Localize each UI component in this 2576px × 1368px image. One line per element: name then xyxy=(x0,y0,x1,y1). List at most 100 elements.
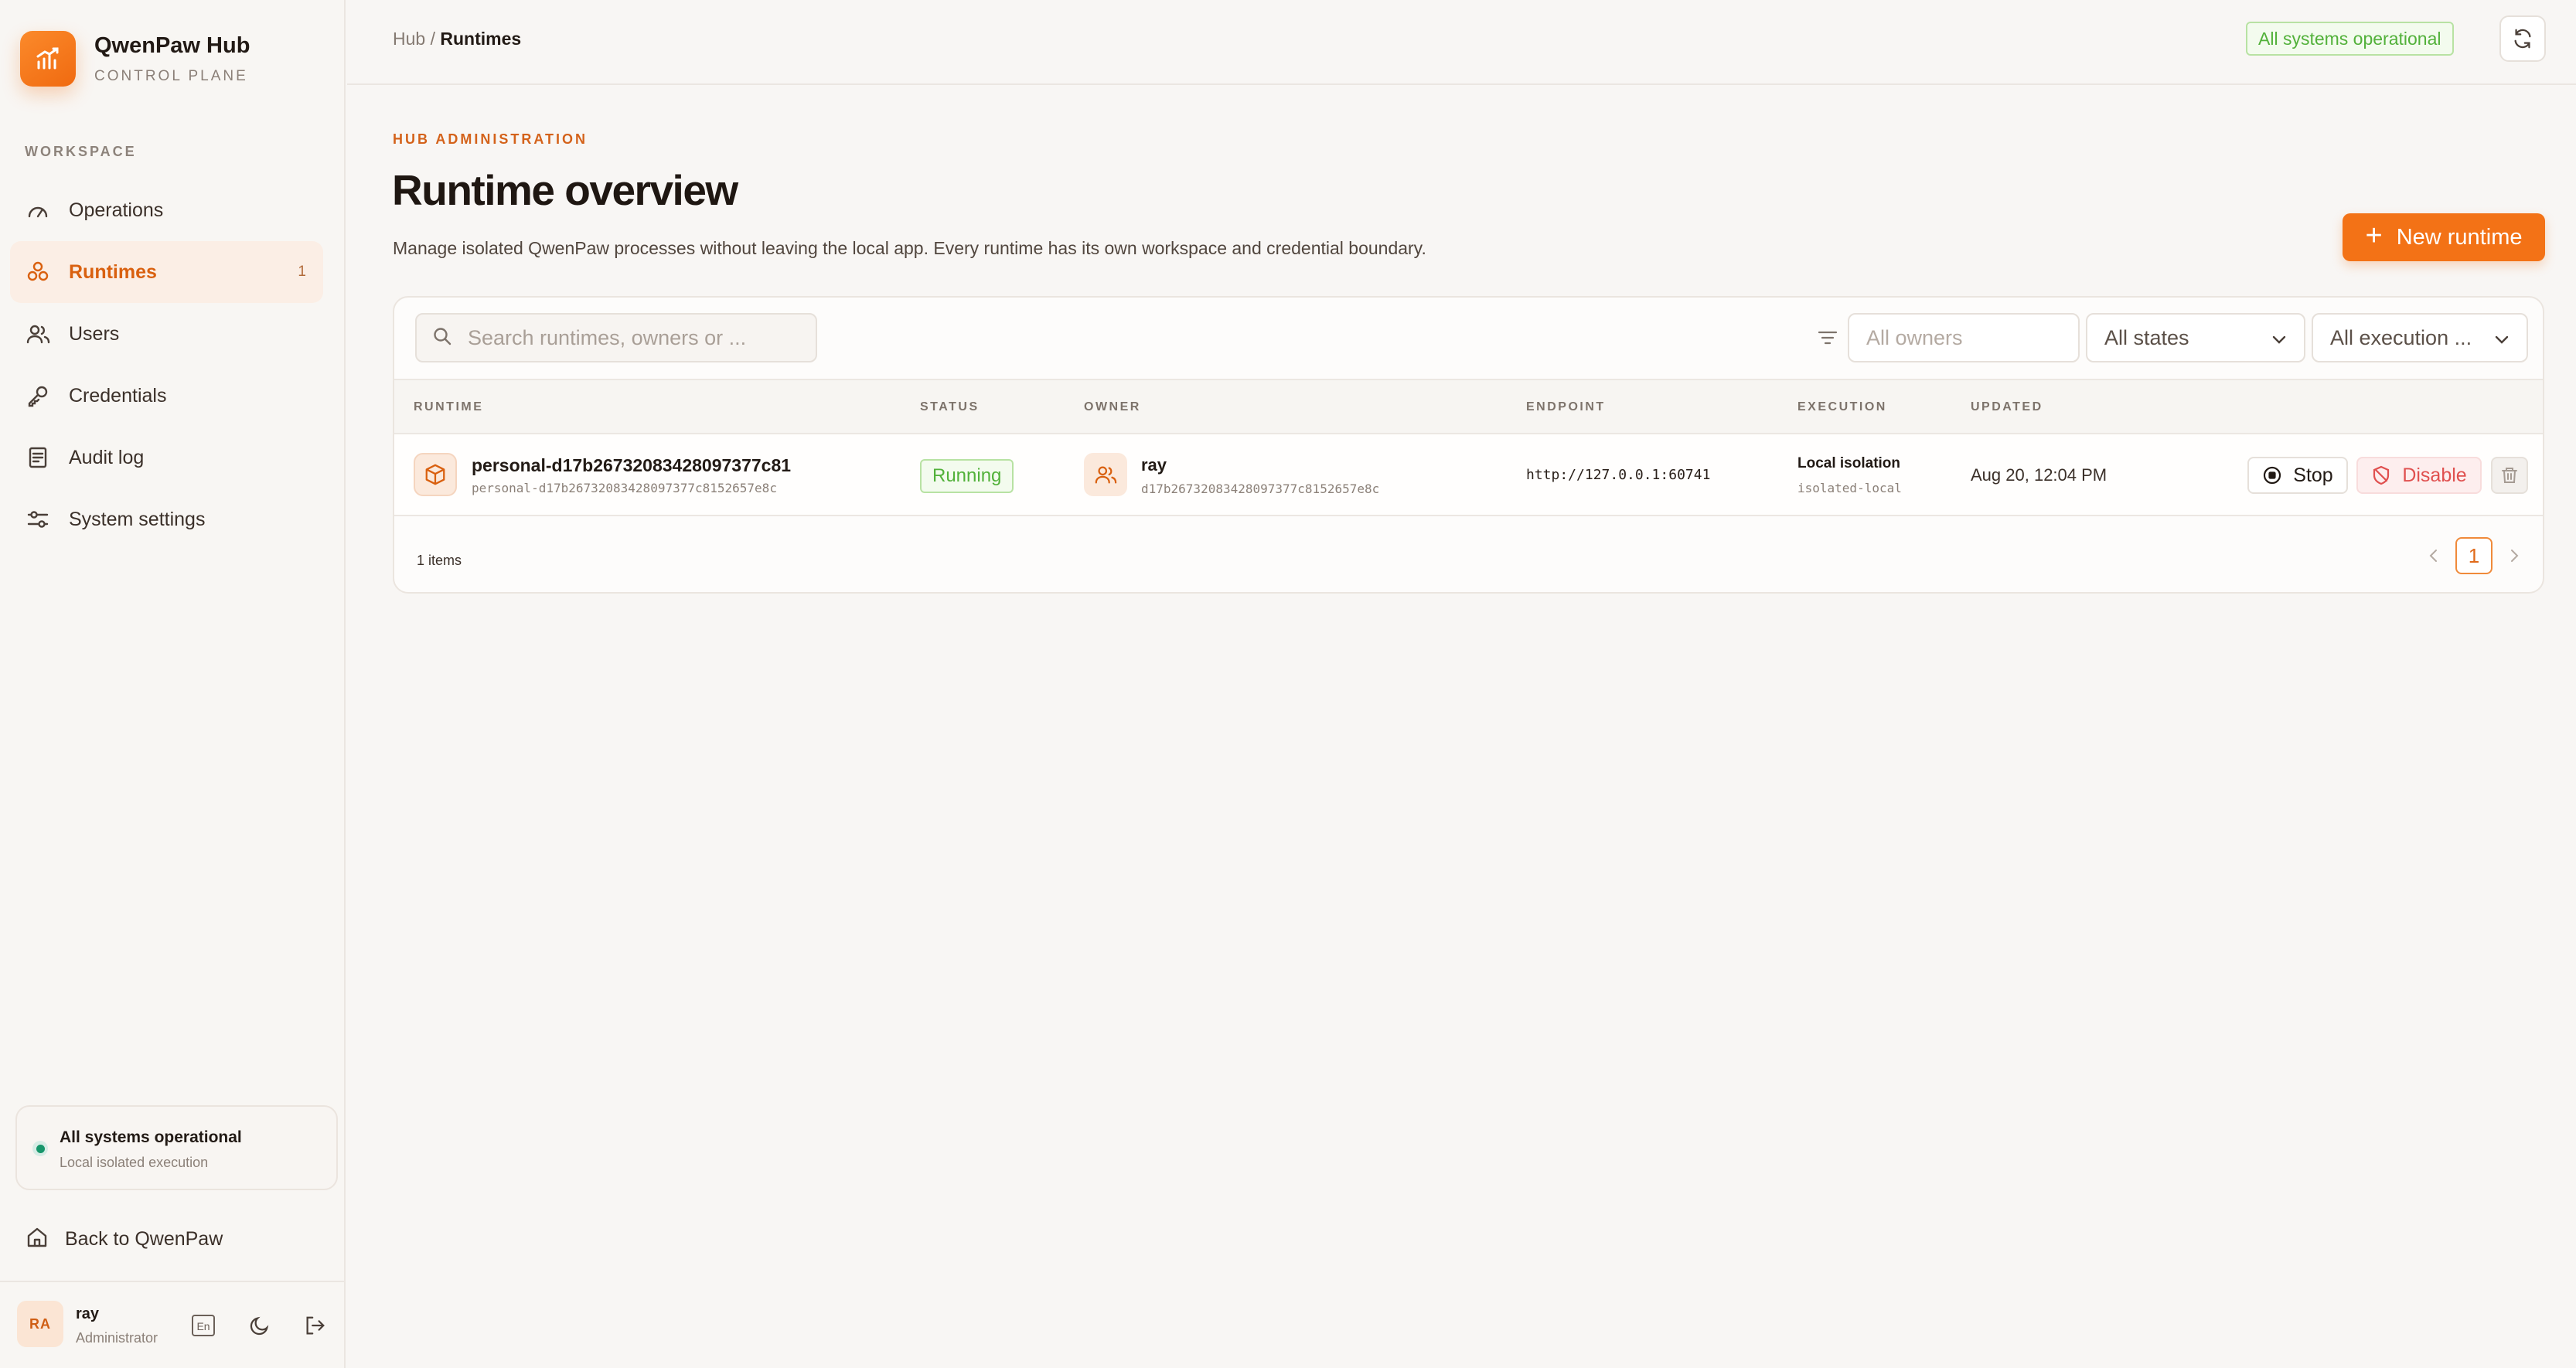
next-page-button[interactable] xyxy=(2500,542,2528,570)
stop-button[interactable]: Stop xyxy=(2247,457,2348,494)
status-dot-icon xyxy=(32,1141,48,1156)
users-icon xyxy=(24,320,52,348)
brand-title: QwenPaw Hub xyxy=(94,32,250,58)
runtime-name[interactable]: personal-d17b26732083428097377c81 xyxy=(472,455,791,476)
new-runtime-label: New runtime xyxy=(2396,224,2523,250)
prev-page-button[interactable] xyxy=(2420,542,2448,570)
delete-button[interactable] xyxy=(2491,457,2528,494)
disable-button-label: Disable xyxy=(2402,464,2467,486)
owner-name: ray xyxy=(1141,455,1167,475)
logout-icon xyxy=(306,1316,325,1335)
logout-button[interactable] xyxy=(301,1312,329,1339)
column-header-updated: UPDATED xyxy=(1971,400,2043,413)
cluster-icon xyxy=(24,258,52,286)
plus-icon: + xyxy=(2365,219,2383,252)
shield-off-icon xyxy=(2373,465,2390,485)
filter-icon xyxy=(1817,327,1838,352)
pagination: 1 xyxy=(2420,537,2528,574)
system-status-title: All systems operational xyxy=(60,1128,242,1146)
avatar[interactable]: RA xyxy=(17,1301,63,1347)
breadcrumb-current: Runtimes xyxy=(440,29,522,49)
column-header-execution: EXECUTION xyxy=(1797,400,1887,413)
execution-filter-value: All execution ... xyxy=(2330,325,2472,349)
language-toggle-button[interactable]: En xyxy=(189,1312,217,1339)
topbar: Hub / Runtimes All systems operational xyxy=(347,0,2576,85)
execution-mode: Local isolation xyxy=(1797,455,1901,471)
trash-icon xyxy=(2502,468,2517,483)
cube-icon xyxy=(414,453,457,496)
back-link-label: Back to QwenPaw xyxy=(65,1228,223,1250)
sidebar-nav: Operations Runtimes 1 Users Credentials … xyxy=(10,179,323,550)
sidebar-item-audit-log[interactable]: Audit log xyxy=(10,427,323,488)
chevron-left-icon xyxy=(2429,550,2437,562)
runtimes-panel: All states All execution ... RUNTIME STA… xyxy=(393,296,2544,594)
new-runtime-button[interactable]: + New runtime xyxy=(2343,213,2545,261)
search-input[interactable] xyxy=(468,325,777,350)
states-filter-value: All states xyxy=(2104,325,2189,349)
sidebar-item-runtimes[interactable]: Runtimes 1 xyxy=(10,241,323,303)
breadcrumb: Hub / Runtimes xyxy=(393,29,521,49)
sidebar-item-users[interactable]: Users xyxy=(10,303,323,365)
column-header-status: STATUS xyxy=(920,400,980,413)
sidebar: QwenPaw Hub CONTROL PLANE WORKSPACE Oper… xyxy=(0,0,346,1368)
brand[interactable]: QwenPaw Hub CONTROL PLANE xyxy=(20,31,250,87)
theme-toggle-button[interactable] xyxy=(246,1312,274,1339)
system-health-badge: All systems operational xyxy=(2246,22,2454,56)
chevron-down-icon xyxy=(2270,330,2288,354)
status-badge: Running xyxy=(920,459,1014,493)
column-header-endpoint: ENDPOINT xyxy=(1526,400,1606,413)
stop-icon xyxy=(2264,466,2281,485)
user-area: RA ray Administrator En xyxy=(0,1281,346,1368)
log-icon xyxy=(24,444,52,471)
runtimes-count-badge: 1 xyxy=(298,264,306,280)
execution-filter-select[interactable]: All execution ... xyxy=(2312,313,2528,362)
page-number-button[interactable]: 1 xyxy=(2455,537,2493,574)
table-header: RUNTIME STATUS OWNER ENDPOINT EXECUTION … xyxy=(394,379,2543,434)
sidebar-item-label: Users xyxy=(69,322,120,345)
users-icon xyxy=(1084,453,1127,496)
sidebar-item-label: Runtimes xyxy=(69,260,157,283)
page-eyebrow: HUB ADMINISTRATION xyxy=(393,131,588,147)
sidebar-item-label: Operations xyxy=(69,199,164,221)
owner-id: d17b26732083428097377c8152657e8c xyxy=(1141,482,1380,496)
language-icon: En xyxy=(192,1315,215,1336)
user-name: ray xyxy=(76,1305,100,1322)
moon-icon xyxy=(250,1316,269,1336)
stop-button-label: Stop xyxy=(2293,464,2333,486)
owners-filter-input[interactable] xyxy=(1848,313,2080,362)
brand-subtitle: CONTROL PLANE xyxy=(94,67,248,84)
gauge-icon xyxy=(24,196,52,224)
endpoint-url[interactable]: http://127.0.0.1:60741 xyxy=(1526,467,1710,483)
workspace-section-label: WORKSPACE xyxy=(25,144,137,159)
system-status-card: All systems operational Local isolated e… xyxy=(15,1105,338,1190)
page-description: Manage isolated QwenPaw processes withou… xyxy=(393,238,1426,258)
breadcrumb-separator: / xyxy=(425,29,441,49)
breadcrumb-root[interactable]: Hub xyxy=(393,29,425,49)
sidebar-item-label: System settings xyxy=(69,508,206,530)
search-box[interactable] xyxy=(415,313,817,362)
refresh-icon xyxy=(2514,29,2531,49)
chevron-right-icon xyxy=(2511,550,2519,562)
svg-text:En: En xyxy=(196,1320,210,1332)
key-icon xyxy=(24,382,52,410)
sidebar-item-system-settings[interactable]: System settings xyxy=(10,488,323,550)
refresh-button[interactable] xyxy=(2499,15,2546,62)
sliders-icon xyxy=(24,505,52,533)
column-header-owner: OWNER xyxy=(1084,400,1141,413)
states-filter-select[interactable]: All states xyxy=(2086,313,2305,362)
system-status-subtitle: Local isolated execution xyxy=(60,1155,209,1170)
runtime-id: personal-d17b26732083428097377c8152657e8… xyxy=(472,481,777,495)
disable-button[interactable]: Disable xyxy=(2356,457,2482,494)
column-header-runtime: RUNTIME xyxy=(414,400,484,413)
sidebar-item-credentials[interactable]: Credentials xyxy=(10,365,323,427)
execution-mode-id: isolated-local xyxy=(1797,481,1902,495)
page-title: Runtime overview xyxy=(392,166,738,214)
back-to-app-link[interactable]: Back to QwenPaw xyxy=(25,1225,223,1254)
sidebar-item-label: Audit log xyxy=(69,446,145,468)
chart-logo-icon xyxy=(20,31,76,87)
search-icon xyxy=(432,326,452,350)
table-row[interactable]: personal-d17b26732083428097377c81 person… xyxy=(394,434,2543,516)
sidebar-item-operations[interactable]: Operations xyxy=(10,179,323,241)
home-icon xyxy=(25,1225,49,1254)
sidebar-item-label: Credentials xyxy=(69,384,167,407)
